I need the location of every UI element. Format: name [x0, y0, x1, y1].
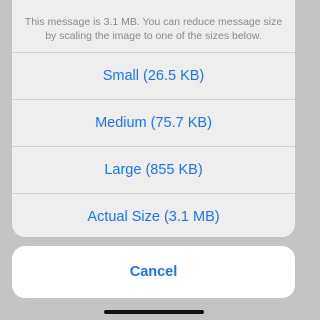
option-large-button[interactable]: Large (855 KB) [12, 147, 295, 194]
size-reduction-message: This message is 3.1 MB. You can reduce m… [12, 0, 295, 53]
home-indicator[interactable] [104, 310, 204, 314]
image-size-action-sheet: This message is 3.1 MB. You can reduce m… [12, 0, 295, 237]
cancel-button[interactable]: Cancel [12, 246, 295, 298]
option-medium-button[interactable]: Medium (75.7 KB) [12, 100, 295, 147]
option-actual-size-button[interactable]: Actual Size (3.1 MB) [12, 194, 295, 237]
option-small-button[interactable]: Small (26.5 KB) [12, 53, 295, 100]
